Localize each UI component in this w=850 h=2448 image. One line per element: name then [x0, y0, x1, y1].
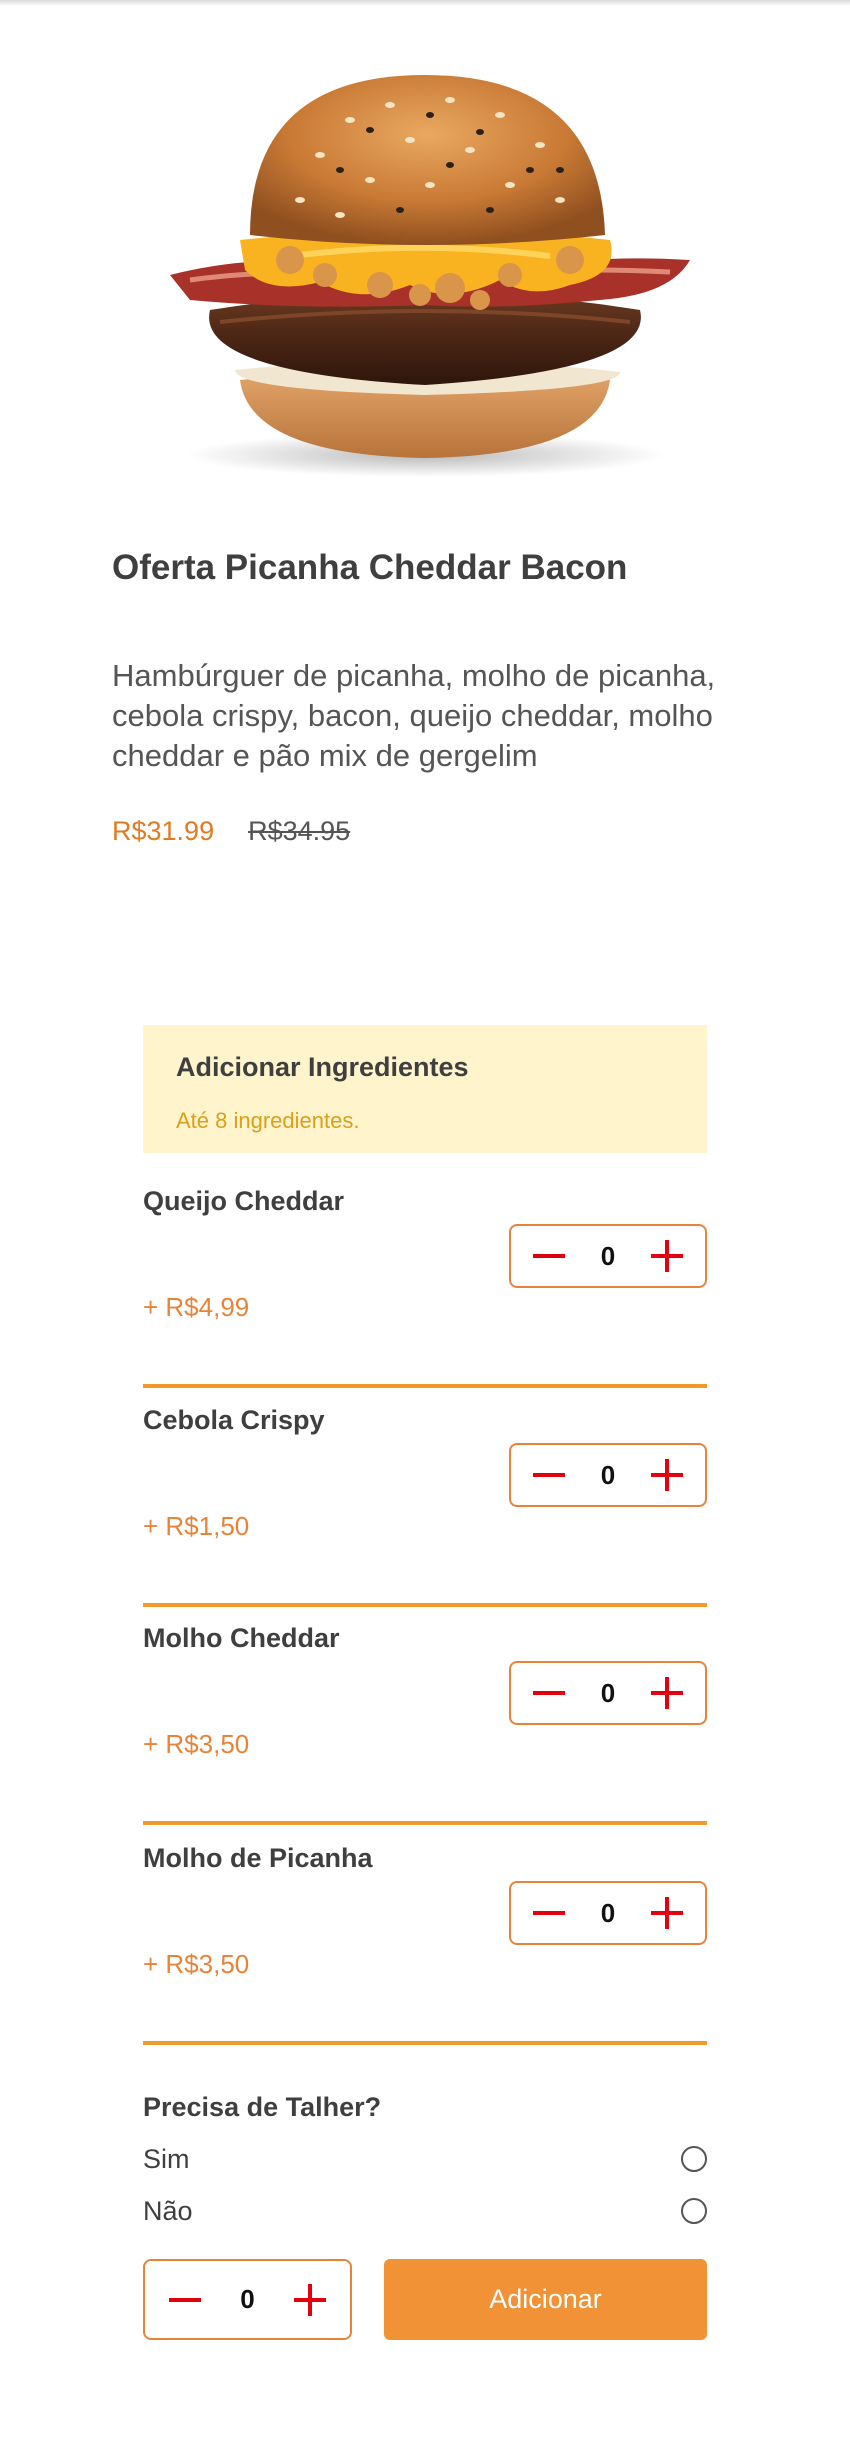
ingredient-quantity-stepper: 0: [509, 1881, 707, 1945]
cutlery-option-label: Não: [143, 2195, 193, 2226]
increment-button[interactable]: [647, 1455, 687, 1495]
top-shadow: [0, 0, 850, 6]
increment-button[interactable]: [647, 1673, 687, 1713]
ingredient-quantity: 0: [600, 1897, 616, 1928]
plus-icon: [651, 1897, 683, 1929]
ingredient-quantity: 0: [600, 1459, 616, 1490]
add-ingredients-limit: Até 8 ingredientes.: [176, 1108, 360, 1133]
plus-icon: [651, 1240, 683, 1272]
radio-button[interactable]: [681, 2146, 707, 2172]
ingredient-name: Cebola Crispy: [143, 1405, 325, 1435]
ingredient-quantity-stepper: 0: [509, 1224, 707, 1288]
ingredient-quantity: 0: [600, 1677, 616, 1708]
minus-icon: [169, 2297, 201, 2302]
ingredient-quantity-stepper: 0: [509, 1443, 707, 1507]
increment-button[interactable]: [290, 2280, 330, 2320]
cutlery-option-nao[interactable]: Não: [143, 2193, 707, 2229]
ingredient-price: + R$1,50: [143, 1511, 250, 1541]
increment-button[interactable]: [647, 1893, 687, 1933]
product-title: Oferta Picanha Cheddar Bacon: [112, 548, 628, 587]
burger-illustration: [170, 75, 690, 477]
minus-icon: [533, 1254, 565, 1258]
ingredient-row: Cebola Crispy 0 + R$1,50: [143, 1405, 707, 1607]
ingredient-price: + R$4,99: [143, 1292, 250, 1322]
decrement-button[interactable]: [529, 1236, 569, 1276]
plus-icon: [651, 1459, 683, 1491]
ingredient-row: Queijo Cheddar 0 + R$4,99: [143, 1186, 707, 1388]
order-quantity-stepper: 0: [143, 2259, 352, 2340]
ingredient-quantity: 0: [600, 1240, 616, 1271]
product-image: [150, 60, 700, 490]
minus-icon: [533, 1691, 565, 1695]
increment-button[interactable]: [647, 1236, 687, 1276]
product-description: Hambúrguer de picanha, molho de picanha,…: [112, 658, 716, 773]
ingredient-name: Molho Cheddar: [143, 1623, 340, 1653]
add-to-cart-button[interactable]: Adicionar: [384, 2259, 707, 2340]
order-quantity: 0: [240, 2284, 255, 2314]
product-price: R$31.99: [112, 816, 215, 846]
radio-button[interactable]: [681, 2198, 707, 2224]
decrement-button[interactable]: [529, 1455, 569, 1495]
decrement-button[interactable]: [529, 1673, 569, 1713]
price-row: R$31.99 R$34.95: [112, 816, 350, 847]
product-old-price: R$34.95: [248, 816, 351, 846]
plus-icon: [294, 2283, 326, 2316]
ingredient-name: Queijo Cheddar: [143, 1186, 345, 1216]
add-ingredients-banner: Adicionar Ingredientes Até 8 ingrediente…: [143, 1025, 707, 1153]
ingredient-price: + R$3,50: [143, 1949, 250, 1979]
minus-icon: [533, 1473, 565, 1477]
ingredient-name: Molho de Picanha: [143, 1843, 373, 1873]
cutlery-question: Precisa de Talher?: [143, 2092, 382, 2122]
ingredient-price: + R$3,50: [143, 1729, 250, 1759]
ingredient-row: Molho Cheddar 0 + R$3,50: [143, 1623, 707, 1825]
minus-icon: [533, 1911, 565, 1915]
plus-icon: [651, 1677, 683, 1709]
decrement-button[interactable]: [165, 2280, 205, 2320]
cutlery-option-sim[interactable]: Sim: [143, 2141, 707, 2177]
ingredient-row: Molho de Picanha 0 + R$3,50: [143, 1843, 707, 2045]
cutlery-option-label: Sim: [143, 2143, 190, 2174]
ingredient-quantity-stepper: 0: [509, 1661, 707, 1725]
add-ingredients-title: Adicionar Ingredientes: [176, 1052, 469, 1082]
decrement-button[interactable]: [529, 1893, 569, 1933]
